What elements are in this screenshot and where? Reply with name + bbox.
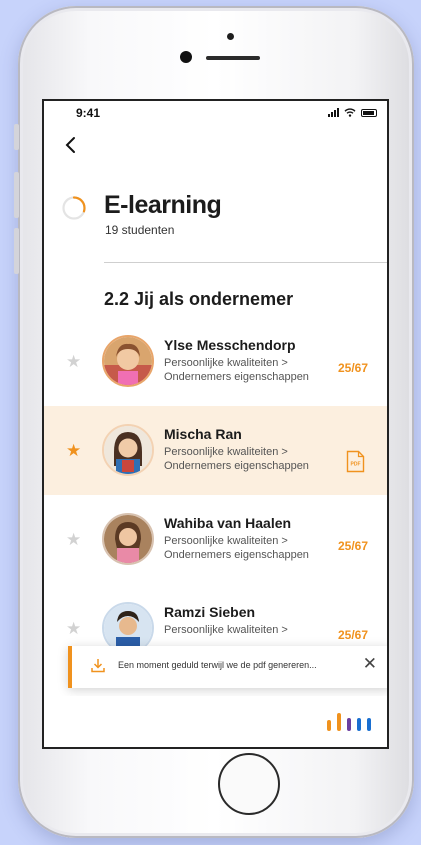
header-divider (104, 262, 387, 263)
avatar (102, 335, 154, 387)
path-line-2: Ondernemers eigenschappen (164, 549, 309, 561)
student-row[interactable]: ★ Wahiba van Haalen Persoonlijke kwalite… (44, 495, 387, 584)
pdf-file-icon[interactable]: PDF (346, 450, 365, 473)
star-icon[interactable]: ★ (66, 353, 81, 370)
wifi-icon (344, 108, 356, 117)
student-name: Wahiba van Haalen (164, 515, 292, 531)
path-line-1: Persoonlijke kwaliteiten > (164, 357, 288, 369)
score-badge: 25/67 (337, 539, 368, 553)
status-icons (328, 108, 377, 117)
student-name: Ramzi Sieben (164, 604, 256, 620)
status-time: 9:41 (76, 106, 101, 120)
sensor-dot (227, 33, 234, 40)
close-icon[interactable]: ✕ (363, 655, 377, 672)
student-path: Persoonlijke kwaliteiten > Ondernemers e… (164, 356, 309, 384)
student-name: Ylse Messchendorp (164, 337, 296, 353)
student-count: 19 studenten (105, 223, 175, 237)
pdf-icon-label: PDF (351, 462, 361, 468)
bottom-bar (44, 696, 387, 747)
student-name: Mischa Ran (164, 426, 242, 442)
star-icon[interactable]: ★ (66, 620, 81, 637)
mute-switch (14, 124, 19, 150)
star-icon[interactable]: ★ (66, 442, 81, 459)
front-camera (180, 51, 192, 63)
back-button[interactable] (64, 135, 78, 159)
score-badge: 25/67 (337, 628, 368, 642)
status-bar: 9:41 (44, 101, 387, 125)
signal-icon (328, 108, 339, 117)
star-icon[interactable]: ★ (66, 531, 81, 548)
toast-message: Een moment geduld terwijl we de pdf gene… (118, 660, 317, 670)
path-line-1: Persoonlijke kwaliteiten > (164, 624, 288, 636)
pdf-toast: Een moment geduld terwijl we de pdf gene… (68, 646, 387, 688)
score-badge: 25/67 (337, 361, 368, 375)
student-row[interactable]: ★ Ylse Messchendorp Persoonlijke kwalite… (44, 317, 387, 406)
brand-logo (327, 713, 371, 731)
section-title: 2.2 Jij als ondernemer (104, 289, 294, 309)
app-screen: 9:41 E-learning 19 studenten 2.2 Jij als… (42, 99, 389, 749)
path-line-2: Ondernemers eigenschappen (164, 371, 309, 383)
volume-up-button (14, 172, 19, 218)
earpiece-speaker (206, 56, 260, 60)
home-button[interactable] (218, 753, 280, 815)
student-path: Persoonlijke kwaliteiten > Ondernemers e… (164, 534, 309, 562)
download-icon (91, 659, 105, 673)
path-line-1: Persoonlijke kwaliteiten > (164, 446, 288, 458)
student-row-selected[interactable]: ★ Mischa Ran Persoonlijke kwaliteiten > … (44, 406, 387, 495)
student-path: Persoonlijke kwaliteiten > (164, 623, 288, 637)
progress-ring-icon (62, 196, 86, 220)
avatar (102, 424, 154, 476)
path-line-1: Persoonlijke kwaliteiten > (164, 535, 288, 547)
battery-icon (361, 109, 377, 117)
avatar (102, 513, 154, 565)
chevron-left-icon (65, 137, 75, 153)
path-line-2: Ondernemers eigenschappen (164, 460, 309, 472)
volume-down-button (14, 228, 19, 274)
page-title: E-learning (104, 191, 222, 219)
student-path: Persoonlijke kwaliteiten > Ondernemers e… (164, 445, 309, 473)
